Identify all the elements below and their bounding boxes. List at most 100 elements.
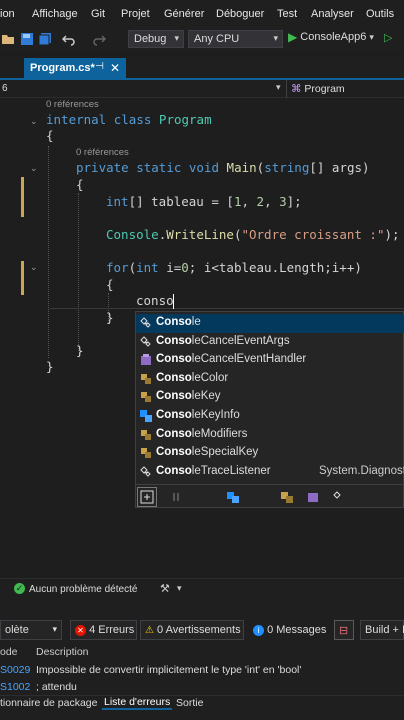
code-brace: } [76, 343, 84, 358]
menu-item-generer[interactable]: Générer [164, 8, 204, 20]
autocomplete-item-label: ConsoleColor [156, 371, 229, 384]
menu-item-deboguer[interactable]: Déboguer [216, 8, 264, 20]
chevron-down-icon: ▾ [52, 624, 57, 634]
menu-item-git[interactable]: Git [91, 8, 105, 20]
class-icon [140, 466, 152, 478]
menu-item-outils[interactable]: Outils [366, 8, 394, 20]
struct-icon [140, 410, 152, 422]
table-row[interactable]: S0029 Impossible de convertir implicitem… [0, 662, 404, 678]
autocomplete-item-label: ConsoleModifiers [156, 427, 248, 440]
separator-icon[interactable] [170, 490, 184, 504]
start-debug-button[interactable]: ▶ ConsoleApp6 ▾ [288, 30, 388, 48]
code-brace: } [46, 359, 54, 374]
save-all-icon[interactable] [38, 32, 52, 46]
messages-filter-button[interactable]: i 0 Messages [248, 620, 328, 640]
autocomplete-item[interactable]: ConsoleModifiers [136, 426, 404, 445]
tab-program-cs[interactable]: Program.cs* ⊣ ✕ [24, 58, 126, 80]
autocomplete-item[interactable]: ConsoleTraceListener System.Diagnost [136, 463, 404, 482]
menu-bar: ion Affichage Git Projet Générer Débogue… [0, 0, 404, 28]
autocomplete-item-label: ConsoleCancelEventHandler [156, 353, 307, 366]
platform-select[interactable]: Any CPU ▾ [188, 30, 283, 48]
code-lens-references[interactable]: 0 références [76, 147, 129, 158]
editor-status-bar: ✓ Aucun problème détecté ⚒ ▾ [0, 578, 404, 598]
change-marker [21, 261, 24, 295]
autocomplete-item[interactable]: Console [136, 314, 404, 333]
collapse-icon[interactable]: ⌄ [30, 262, 38, 273]
code-line-main: private static void Main(string[] args) [76, 160, 370, 175]
code-lens-references[interactable]: 0 références [46, 99, 99, 110]
nav-member-select[interactable]: ⌘ Program [286, 80, 404, 98]
warning-icon: ⚠ [145, 625, 154, 636]
errors-filter-button[interactable]: ✕ 4 Erreurs [70, 620, 137, 640]
undo-icon[interactable] [62, 32, 76, 46]
autocomplete-item-label: ConsoleTraceListener [156, 464, 271, 477]
autocomplete-item[interactable]: ConsoleSpecialKey [136, 444, 404, 463]
open-folder-icon[interactable] [1, 32, 15, 46]
table-row[interactable]: S1002 ; attendu [0, 679, 404, 695]
start-without-debug-icon[interactable]: ▷ [384, 31, 392, 44]
tab-output[interactable]: Sortie [176, 697, 203, 709]
autocomplete-item[interactable]: ConsoleKeyInfo [136, 407, 404, 426]
filter-delegate-icon[interactable] [306, 490, 320, 504]
autocomplete-item[interactable]: ConsoleColor [136, 370, 404, 389]
filter-icon[interactable]: ⊟ [334, 620, 354, 640]
document-tabs: Program.cs* ⊣ ✕ [0, 58, 404, 80]
filter-enum-icon[interactable] [280, 490, 294, 504]
close-icon[interactable]: ✕ [110, 61, 120, 75]
namespace-hint: System.Diagnost [319, 464, 404, 477]
code-line-typing[interactable]: conso [136, 293, 174, 308]
current-line-highlight [50, 308, 404, 309]
autocomplete-item[interactable]: ConsoleCancelEventArgs [136, 333, 404, 352]
build-intellisense-select[interactable]: Build + I [360, 620, 404, 640]
enum-icon [140, 429, 152, 441]
menu-item-fichier[interactable]: ion [0, 8, 15, 20]
indent-guide [48, 146, 49, 358]
class-icon: ⌘ [291, 83, 302, 95]
enum-icon [140, 447, 152, 459]
intellisense-popup: Console ConsoleCancelEventArgs ConsoleCanc… [135, 311, 404, 508]
code-line-class: internal class Program [46, 112, 212, 127]
save-icon[interactable] [20, 32, 34, 46]
no-issues-text[interactable]: Aucun problème détecté [29, 584, 137, 595]
play-icon: ▶ [288, 30, 298, 44]
filter-class-icon[interactable] [332, 490, 346, 504]
enum-icon [140, 391, 152, 403]
bottom-tabs: tionnaire de package Liste d'erreurs Sor… [0, 695, 404, 710]
tab-package-manager[interactable]: tionnaire de package [0, 697, 98, 709]
navigation-bar: 6 ▾ ⌘ Program [0, 80, 404, 98]
menu-item-analyser[interactable]: Analyser [311, 8, 354, 20]
check-icon: ✓ [14, 583, 25, 594]
autocomplete-item-label: Console [156, 316, 201, 328]
code-line-writeline: Console.WriteLine("Ordre croissant :"); [106, 227, 400, 242]
code-line-for: for(int i=0; i<tableau.Length;i++) [106, 260, 362, 275]
pin-icon[interactable]: ⊣ [95, 61, 104, 72]
info-icon: i [253, 625, 264, 636]
autocomplete-item-label: ConsoleSpecialKey [156, 446, 259, 459]
menu-item-projet[interactable]: Projet [121, 8, 150, 20]
chevron-down-icon[interactable]: ▾ [276, 82, 281, 93]
column-header-description[interactable]: Description [36, 646, 89, 658]
redo-icon[interactable] [92, 32, 106, 46]
chevron-down-icon: ▾ [273, 33, 278, 43]
nav-project-select[interactable]: 6 [2, 83, 8, 94]
tab-error-list[interactable]: Liste d'erreurs [102, 696, 173, 710]
autocomplete-item[interactable]: ConsoleKey [136, 388, 404, 407]
autocomplete-item[interactable]: ConsoleCancelEventHandler [136, 351, 404, 370]
cleanup-icon[interactable]: ⚒ [160, 582, 170, 595]
filter-struct-icon[interactable] [226, 490, 240, 504]
menu-item-affichage[interactable]: Affichage [32, 8, 78, 20]
menu-item-test[interactable]: Test [277, 8, 297, 20]
chevron-down-icon[interactable]: ▾ [177, 583, 182, 594]
class-icon [140, 317, 152, 329]
delegate-icon [140, 354, 152, 366]
column-header-code[interactable]: ode [0, 646, 18, 658]
code-brace: { [46, 128, 54, 143]
code-brace: } [106, 310, 114, 325]
chevron-down-icon: ▾ [369, 32, 374, 42]
collapse-icon[interactable]: ⌄ [30, 116, 38, 127]
expand-filter-icon[interactable] [137, 487, 157, 507]
collapse-icon[interactable]: ⌄ [30, 163, 38, 174]
configuration-select[interactable]: Debug ▾ [128, 30, 184, 48]
warnings-filter-button[interactable]: ⚠ 0 Avertissements [140, 620, 244, 640]
scope-select[interactable]: olète ▾ [0, 620, 62, 640]
